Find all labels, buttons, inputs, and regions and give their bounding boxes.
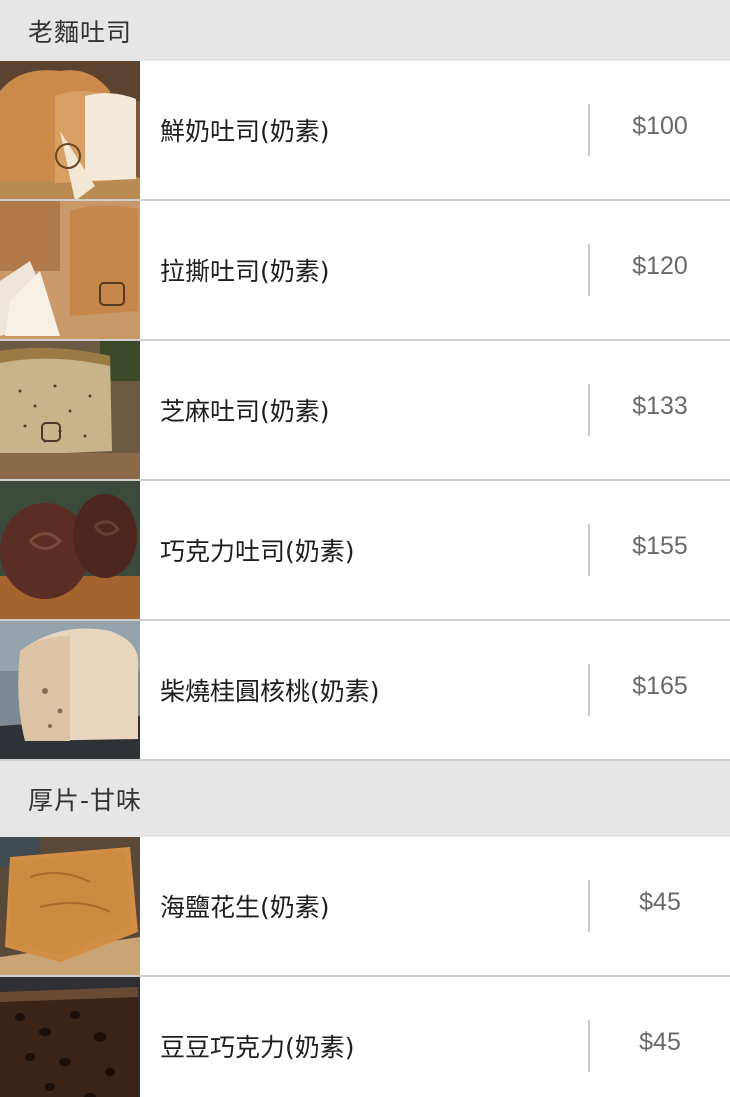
- menu-page: 老麵吐司 鮮奶吐司(奶素) $100 拉撕吐司(奶素) $120 芝麻吐司(奶素…: [0, 0, 730, 1097]
- menu-item[interactable]: 豆豆巧克力(奶素) $45: [0, 977, 730, 1097]
- menu-item[interactable]: 海鹽花生(奶素) $45: [0, 837, 730, 977]
- menu-item[interactable]: 鮮奶吐司(奶素) $100: [0, 61, 730, 201]
- item-price: $133: [632, 391, 688, 420]
- section-header-thick-toast-sweet: 厚片-甘味: [0, 761, 730, 837]
- chocolate-toast-image: [0, 481, 140, 619]
- item-price: $120: [632, 251, 688, 280]
- item-name: 鮮奶吐司(奶素): [160, 117, 330, 146]
- menu-item[interactable]: 巧克力吐司(奶素) $155: [0, 481, 730, 621]
- sea-salt-peanut-thick-toast-image: [0, 837, 140, 975]
- item-name: 海鹽花生(奶素): [160, 893, 330, 922]
- menu-item[interactable]: 柴燒桂圓核桃(奶素) $165: [0, 621, 730, 761]
- fresh-milk-toast-image: [0, 61, 140, 199]
- item-name: 芝麻吐司(奶素): [160, 397, 330, 426]
- sesame-toast-image: [0, 341, 140, 479]
- pull-apart-toast-image: [0, 201, 140, 339]
- item-name: 豆豆巧克力(奶素): [160, 1033, 355, 1062]
- menu-item[interactable]: 拉撕吐司(奶素) $120: [0, 201, 730, 341]
- section-title: 厚片-甘味: [28, 786, 143, 815]
- item-name: 巧克力吐司(奶素): [160, 537, 355, 566]
- section-header-old-dough-toast: 老麵吐司: [0, 0, 730, 61]
- chocolate-chip-thick-toast-image: [0, 977, 140, 1097]
- item-name: 拉撕吐司(奶素): [160, 257, 330, 286]
- menu-item[interactable]: 芝麻吐司(奶素) $133: [0, 341, 730, 481]
- item-price: $155: [632, 531, 688, 560]
- item-price: $45: [639, 887, 681, 916]
- item-price: $45: [639, 1027, 681, 1056]
- item-price: $165: [632, 671, 688, 700]
- item-price: $100: [632, 111, 688, 140]
- item-name: 柴燒桂圓核桃(奶素): [160, 677, 380, 706]
- longan-walnut-toast-image: [0, 621, 140, 759]
- section-title: 老麵吐司: [28, 17, 133, 47]
